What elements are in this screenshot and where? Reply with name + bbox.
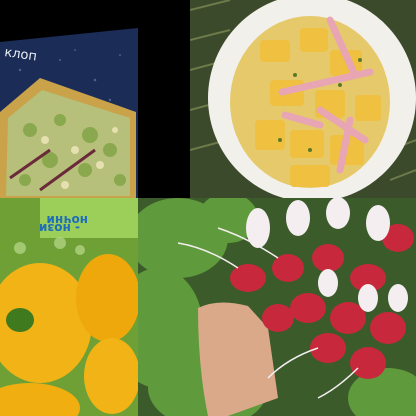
seed-packet-bread-image: клоп [0, 0, 190, 198]
radish-bunch-photo [138, 198, 416, 416]
potato-salad-image [190, 0, 416, 198]
potato-salad-photo [190, 0, 416, 198]
pattypan-squash-image: ночни - нози [0, 198, 138, 416]
pattypan-squash-photo: ночни - нози [0, 198, 138, 416]
pattypan-squash-right [76, 254, 138, 342]
seed-packet-bread-photo: клоп [0, 0, 190, 198]
packet-text-line-2: - нози [39, 221, 80, 235]
radish-bunch-image [138, 198, 416, 416]
